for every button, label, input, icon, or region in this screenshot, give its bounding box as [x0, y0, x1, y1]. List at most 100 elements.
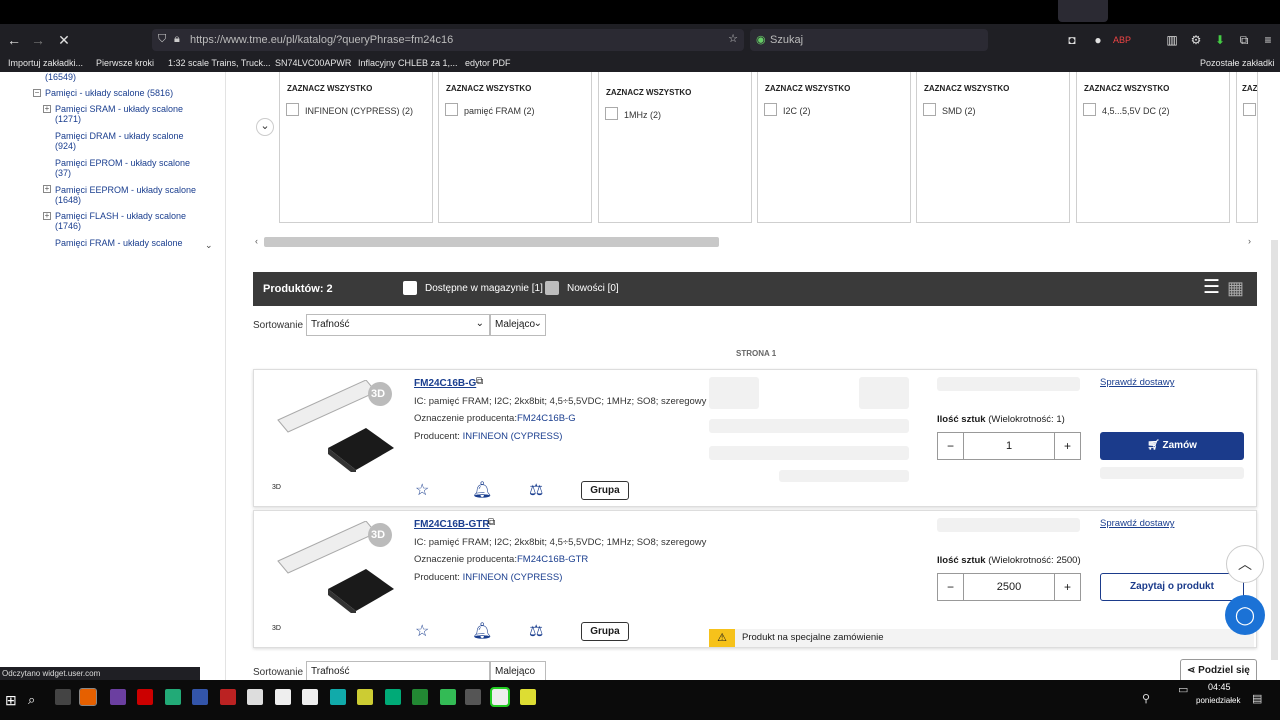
- sort-order-select[interactable]: Malejąco ⌄: [490, 314, 546, 336]
- expand-icon[interactable]: +: [43, 105, 51, 113]
- app-icon[interactable]: [192, 689, 208, 705]
- stop-icon[interactable]: ✕: [54, 30, 74, 50]
- list-view-icon[interactable]: ☰: [1203, 278, 1220, 298]
- download-icon[interactable]: ⬇: [1210, 30, 1230, 50]
- battery-icon[interactable]: ▭: [1178, 683, 1188, 696]
- select-all-link[interactable]: ZAZNACZ WSZYSTKO: [446, 84, 531, 93]
- app-icon[interactable]: [247, 689, 263, 705]
- search-input[interactable]: ◉ Szukaj: [750, 29, 988, 51]
- clock-time[interactable]: 04:45: [1208, 682, 1231, 692]
- favorite-icon[interactable]: ☆: [415, 621, 429, 641]
- sidebar-item-fram[interactable]: Pamięci FRAM - układy scalone: [55, 238, 183, 248]
- bookmark-folder[interactable]: Pozostałe zakładki: [1200, 58, 1275, 68]
- scroll-left-icon[interactable]: ‹: [255, 236, 258, 246]
- grid-view-icon[interactable]: ▦: [1227, 278, 1244, 298]
- filter-checkbox[interactable]: [764, 103, 777, 116]
- select-all-link[interactable]: ZAZNACZ WSZYSTKO: [924, 84, 1009, 93]
- filter-checkbox[interactable]: [1083, 103, 1096, 116]
- bookmark-item[interactable]: SN74LVC00APWR: [275, 58, 351, 68]
- app-icon[interactable]: [440, 689, 456, 705]
- filter-checkbox[interactable]: [923, 103, 936, 116]
- page-scrollbar[interactable]: [1271, 240, 1278, 660]
- copy-icon[interactable]: ⧉: [476, 376, 483, 387]
- product-title[interactable]: FM24C16B-G: [414, 378, 476, 389]
- horizontal-scrollbar[interactable]: [264, 237, 719, 247]
- app-icon[interactable]: [110, 689, 126, 705]
- url-bar[interactable]: ⛉ 🔒︎ https://www.tme.eu/pl/katalog/?quer…: [152, 29, 744, 51]
- filter-checkbox[interactable]: [605, 107, 618, 120]
- expand-icon[interactable]: +: [43, 185, 51, 193]
- star-icon[interactable]: ☆: [728, 32, 738, 45]
- check-delivery-link[interactable]: Sprawdź dostawy: [1100, 377, 1174, 388]
- filter-checkbox[interactable]: [445, 103, 458, 116]
- bell-icon[interactable]: 🔔︎: [472, 480, 492, 500]
- bookmark-item[interactable]: edytor PDF: [465, 58, 511, 68]
- firefox-icon[interactable]: [79, 688, 97, 706]
- app-icon[interactable]: [275, 689, 291, 705]
- app-icon[interactable]: [55, 689, 71, 705]
- adblock-icon[interactable]: ABP: [1112, 30, 1132, 50]
- notification-icon[interactable]: ▤: [1252, 692, 1262, 705]
- app-icon[interactable]: [165, 689, 181, 705]
- expand-icon[interactable]: +: [43, 212, 51, 220]
- quantity-input[interactable]: 2500: [964, 574, 1054, 600]
- copy-icon[interactable]: ⧉: [488, 517, 495, 528]
- sidebar-item-flash[interactable]: Pamięci FLASH - układy scalone: [55, 211, 186, 221]
- app-icon[interactable]: [412, 689, 428, 705]
- bookmark-item[interactable]: Inflacyjny CHLEB za 1,...: [358, 58, 458, 68]
- collapse-filters-button[interactable]: ⌄: [256, 118, 274, 136]
- mfr-code-link[interactable]: FM24C16B-G: [517, 413, 576, 424]
- compare-icon[interactable]: ⚖: [529, 621, 543, 641]
- sidebar-item-sram[interactable]: Pamięci SRAM - układy scalone: [55, 104, 183, 114]
- chat-button[interactable]: ◯: [1225, 595, 1265, 635]
- chevron-down-icon[interactable]: ⌄: [205, 240, 213, 251]
- order-button[interactable]: 🛒︎ Zamów: [1100, 432, 1244, 460]
- increment-button[interactable]: +: [1054, 433, 1080, 459]
- back-icon[interactable]: ←: [4, 30, 24, 50]
- sidebar-item-eeprom[interactable]: Pamięci EEPROM - układy scalone: [55, 185, 196, 195]
- app-icon[interactable]: [302, 689, 318, 705]
- select-all-link[interactable]: ZAZNACZ WSZYSTKO: [765, 84, 850, 93]
- share-button[interactable]: ⋖ Podziel się: [1180, 659, 1257, 680]
- active-tab[interactable]: [1058, 0, 1108, 22]
- network-icon[interactable]: ⚲: [1142, 692, 1150, 705]
- sidebar-item-dram[interactable]: Pamięci DRAM - układy scalone: [55, 131, 184, 141]
- bell-icon[interactable]: 🔔︎: [472, 621, 492, 641]
- in-stock-checkbox[interactable]: [403, 281, 417, 295]
- producer-link[interactable]: INFINEON (CYPRESS): [463, 431, 563, 442]
- select-all-link[interactable]: ZAZNACZ WSZYSTKO: [287, 84, 372, 93]
- app-icon[interactable]: [220, 689, 236, 705]
- clock-day[interactable]: poniedziałek: [1196, 696, 1240, 705]
- sidebar-item-eprom[interactable]: Pamięci EPROM - układy scalone: [55, 158, 190, 168]
- filter-checkbox[interactable]: [1243, 103, 1256, 116]
- check-delivery-link[interactable]: Sprawdź dostawy: [1100, 518, 1174, 529]
- extension-icon[interactable]: ▥: [1162, 30, 1182, 50]
- group-button[interactable]: Grupa: [581, 622, 629, 641]
- sort-by-select-bottom[interactable]: Trafność: [306, 661, 490, 680]
- settings-icon[interactable]: ⚙: [1186, 30, 1206, 50]
- app-icon[interactable]: [490, 687, 510, 707]
- scroll-top-button[interactable]: ︿: [1226, 545, 1264, 583]
- select-all-link[interactable]: ZAZ: [1242, 84, 1257, 93]
- collapse-icon[interactable]: −: [33, 89, 41, 97]
- product-title[interactable]: FM24C16B-GTR: [414, 519, 490, 530]
- edge-icon[interactable]: [385, 689, 401, 705]
- bookmark-item[interactable]: Pierwsze kroki: [96, 58, 154, 68]
- quantity-input[interactable]: 1: [964, 433, 1054, 459]
- search-icon[interactable]: ⌕: [28, 692, 44, 708]
- 3d-link[interactable]: 3D: [272, 484, 281, 491]
- windows-start-icon[interactable]: ⊞: [5, 692, 21, 708]
- increment-button[interactable]: +: [1054, 574, 1080, 600]
- select-all-link[interactable]: ZAZNACZ WSZYSTKO: [1084, 84, 1169, 93]
- bookmark-item[interactable]: 1:32 scale Trains, Truck...: [168, 58, 271, 68]
- category-count[interactable]: (16549): [45, 72, 76, 82]
- new-checkbox[interactable]: [545, 281, 559, 295]
- select-all-link[interactable]: ZAZNACZ WSZYSTKO: [606, 88, 691, 97]
- 3d-link[interactable]: 3D: [272, 625, 281, 632]
- ask-product-button[interactable]: Zapytaj o produkt: [1100, 573, 1244, 601]
- quantity-stepper[interactable]: − 2500 +: [937, 573, 1081, 601]
- compare-icon[interactable]: ⚖: [529, 480, 543, 500]
- menu-icon[interactable]: ≡: [1258, 30, 1278, 50]
- decrement-button[interactable]: −: [938, 433, 964, 459]
- app-icon[interactable]: [520, 689, 536, 705]
